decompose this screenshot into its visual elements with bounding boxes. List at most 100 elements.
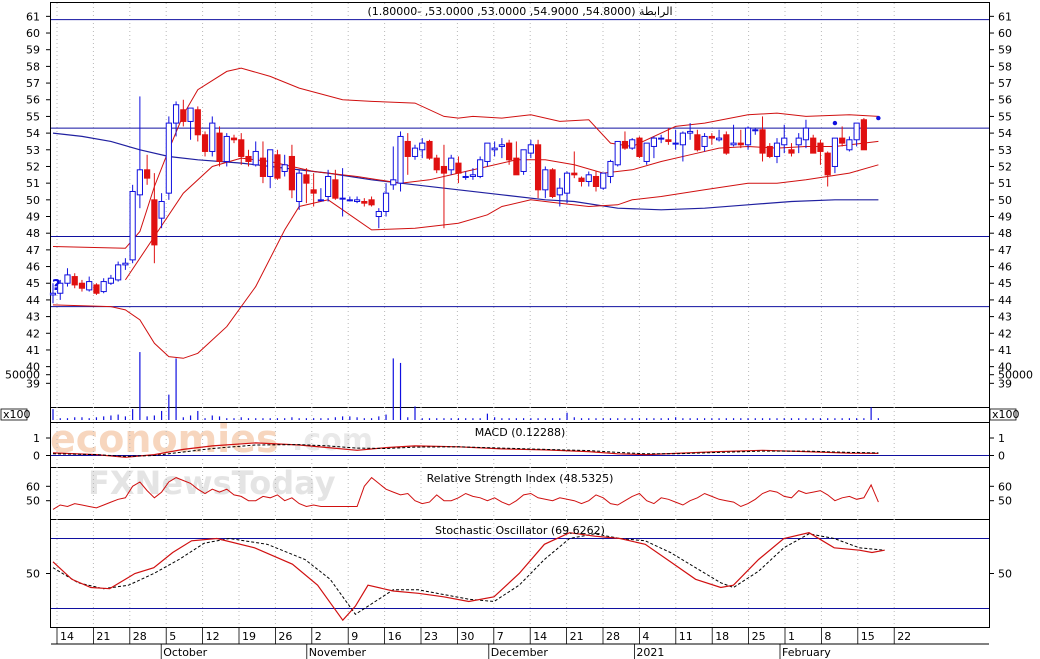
candle-body [129, 190, 136, 261]
candle-body [614, 140, 621, 166]
price-ytick-label-left: 47 [26, 244, 40, 257]
candle-body [252, 150, 259, 166]
price-ytick-label-left: 42 [26, 327, 40, 340]
candle-body [491, 147, 498, 151]
candle-body [274, 154, 281, 179]
candle-body [339, 197, 346, 200]
candle-body [419, 142, 426, 151]
bollinger-lower-line [52, 164, 879, 359]
price-ytick-label-left: 44 [26, 294, 40, 307]
candle-body [382, 192, 390, 213]
candle-body [259, 157, 267, 177]
candle-body [209, 122, 216, 152]
candle-body [440, 165, 448, 174]
candle-body [687, 130, 694, 134]
candle-body [600, 172, 607, 189]
price-ytick-label-right: 54 [998, 127, 1012, 140]
price-ytick-label-left: 58 [26, 60, 40, 73]
candle-body [477, 159, 484, 177]
candle-body [310, 189, 317, 194]
x-tick-label: 28 [133, 630, 147, 643]
price-title: الرابطة (54.8000, 54.9000, 53.0000, 53.0… [367, 5, 672, 18]
candle-body [658, 137, 665, 140]
candle-body [325, 175, 332, 197]
candle-body [180, 109, 187, 122]
x-tick-label: 9 [351, 630, 358, 643]
price-ytick-label-left: 45 [26, 277, 40, 290]
price-ytick-label-left: 46 [26, 261, 40, 274]
candle-body [201, 134, 209, 152]
candle-body [332, 179, 339, 199]
candle-body [578, 177, 585, 182]
x-tick-label: 2 [315, 630, 322, 643]
candle-body [759, 129, 766, 154]
rsi-ytick-label-right: 50 [998, 495, 1012, 508]
candle-body [665, 139, 672, 142]
candle-body [267, 149, 274, 177]
candle-body [404, 140, 411, 157]
candle-body [839, 137, 846, 144]
price-ytick-label-right: 51 [998, 177, 1012, 190]
candle-body [766, 145, 773, 157]
candle-body [643, 142, 650, 162]
x-tick-label: 1 [788, 630, 795, 643]
watermark-dotcom: .com [292, 423, 373, 458]
price-ytick-label-left: 57 [26, 77, 40, 90]
x-tick-label: 25 [752, 630, 766, 643]
rsi-title: Relative Strength Index (48.5325) [427, 472, 614, 485]
x-tick-label: 21 [96, 630, 110, 643]
candle-body [571, 172, 578, 176]
candle-body [230, 137, 238, 141]
candle-body [469, 174, 477, 177]
x-tick-label: 14 [60, 630, 74, 643]
candle-body [592, 175, 600, 187]
volume-unit-left: x100 [3, 408, 31, 421]
candle-body [136, 169, 143, 196]
x-tick-label: 18 [715, 630, 729, 643]
month-label: November [309, 646, 367, 659]
candle-body [375, 211, 382, 218]
candle-body [93, 284, 100, 294]
candle-body [165, 122, 172, 194]
candle-body [223, 135, 230, 162]
price-ytick-label-left: 61 [26, 10, 40, 23]
month-label: 2021 [636, 646, 664, 659]
candle-body [513, 157, 520, 176]
price-ytick-label-right: 42 [998, 327, 1012, 340]
stoch-ytick-label-left: 50 [26, 568, 40, 581]
candle-body [498, 144, 505, 147]
x-tick-label: 21 [570, 630, 584, 643]
candle-body [701, 135, 708, 147]
price-ytick-label-right: 46 [998, 261, 1012, 274]
x-tick-label: 22 [897, 630, 911, 643]
candle-body [433, 157, 440, 171]
frame-price [50, 2, 990, 408]
month-label: October [163, 646, 207, 659]
candle-body [723, 134, 730, 154]
candle-body [71, 276, 78, 286]
candle-body [585, 174, 592, 182]
candle-body [64, 274, 71, 284]
price-ytick-label-right: 57 [998, 77, 1012, 90]
volume-ytick-label-right: 50000 [998, 369, 1033, 382]
price-ytick-label-right: 41 [998, 344, 1012, 357]
x-tick-label: 30 [460, 630, 474, 643]
candle-body [534, 144, 542, 191]
x-tick-label: 11 [679, 630, 693, 643]
price-ytick-label-left: 41 [26, 344, 40, 357]
price-ytick-label-left: 49 [26, 211, 40, 224]
price-ytick-label-right: 48 [998, 227, 1012, 240]
x-tick-label: 16 [388, 630, 402, 643]
candle-body [694, 134, 701, 151]
candle-body [238, 139, 245, 157]
price-ytick-label-left: 59 [26, 44, 40, 57]
macd-ytick-label-right: 1 [998, 432, 1005, 445]
price-ytick-label-right: 60 [998, 27, 1012, 40]
candle-body [715, 137, 723, 141]
candle-body [397, 135, 404, 184]
candle-body [78, 282, 86, 289]
candle-body [216, 132, 223, 162]
x-tick-label: 5 [169, 630, 176, 643]
macd-title: MACD (0.12288) [475, 426, 566, 439]
candle-body [752, 129, 759, 132]
